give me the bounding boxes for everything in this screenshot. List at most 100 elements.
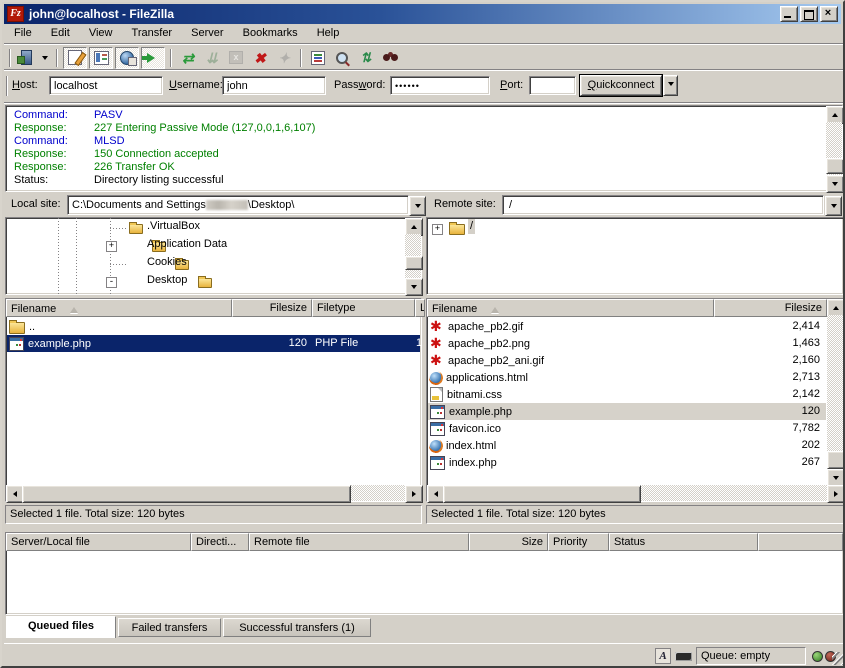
scrollbar-thumb[interactable]	[405, 256, 423, 270]
local-list-hscrollbar[interactable]	[6, 485, 421, 501]
queue-column-direction[interactable]: Directi...	[191, 533, 249, 551]
toolbar-grip[interactable]	[9, 49, 11, 67]
tree-expander-plus[interactable]: +	[432, 224, 443, 235]
menu-file[interactable]: File	[6, 25, 40, 42]
queue-column-priority[interactable]: Priority	[548, 533, 609, 551]
scrollbar-thumb[interactable]	[22, 485, 351, 503]
password-input[interactable]	[390, 76, 490, 95]
menu-server[interactable]: Server	[183, 25, 231, 42]
close-button[interactable]: ×	[820, 6, 838, 22]
reconnect-button[interactable]: ✦	[273, 48, 295, 68]
menu-view[interactable]: View	[81, 25, 121, 42]
toggle-transfer-queue-button[interactable]	[141, 47, 165, 69]
queue-column-status[interactable]: Status	[609, 533, 758, 551]
tree-item-desktop[interactable]: Desktop	[145, 273, 189, 288]
file-row[interactable]: bitnami.css2,142	[428, 386, 826, 403]
queue-column-remote-file[interactable]: Remote file	[249, 533, 469, 551]
file-row[interactable]: index.php267	[428, 454, 826, 471]
tree-item-application-data[interactable]: Application Data	[145, 237, 229, 252]
column-label: Directi...	[196, 536, 236, 548]
column-header-filetype[interactable]: Filetype	[312, 299, 415, 317]
port-input[interactable]	[529, 76, 576, 95]
tab-failed-transfers[interactable]: Failed transfers	[118, 618, 221, 637]
file-row[interactable]: apache_pb2.png1,463	[428, 335, 826, 352]
tree-expander-minus[interactable]: -	[106, 277, 117, 288]
quickconnect-grip[interactable]	[6, 76, 8, 96]
file-row-parent-dir[interactable]: ..	[7, 318, 420, 335]
scrollbar-thumb[interactable]	[443, 485, 641, 503]
cancel-operation-button[interactable]: x	[225, 48, 247, 68]
toggle-message-log-button[interactable]	[63, 47, 87, 69]
quickconnect-dropdown-button[interactable]	[663, 75, 678, 96]
tree-item-cookies[interactable]: Cookies	[145, 255, 189, 270]
process-queue-button[interactable]: ⇊	[201, 48, 223, 68]
file-row[interactable]: applications.html2,713	[428, 369, 826, 386]
log-label: Command:	[14, 109, 94, 121]
quickconnect-button[interactable]: Quickconnect	[580, 75, 662, 96]
column-header-last-modified[interactable]: L	[415, 299, 425, 317]
site-manager-button[interactable]	[15, 48, 37, 68]
tree-item-virtualbox[interactable]: .VirtualBox	[145, 219, 202, 234]
directory-listing-filters-button[interactable]	[307, 48, 329, 68]
data-type-ascii-icon[interactable]: A	[655, 648, 671, 664]
menu-bookmarks[interactable]: Bookmarks	[235, 25, 306, 42]
directory-comparison-button[interactable]	[331, 48, 353, 68]
port-label: Port:	[500, 79, 523, 91]
username-input[interactable]	[222, 76, 326, 95]
log-scrollbar[interactable]	[826, 106, 842, 191]
remote-directory-tree[interactable]: + /	[426, 217, 844, 295]
file-row-selected[interactable]: example.php 120 PHP File 1	[7, 335, 420, 352]
maximize-button[interactable]	[800, 6, 818, 22]
toggle-directory-trees-button[interactable]	[89, 47, 113, 69]
queue-column-local-file[interactable]: Server/Local file	[6, 533, 191, 551]
site-manager-dropdown-button[interactable]	[39, 48, 51, 68]
menu-edit[interactable]: Edit	[43, 25, 78, 42]
column-header-filesize[interactable]: Filesize	[232, 299, 312, 317]
scrollbar-thumb[interactable]	[826, 158, 844, 174]
file-row[interactable]: apache_pb2_ani.gif2,160	[428, 352, 826, 369]
file-row[interactable]: index.html202	[428, 437, 826, 454]
column-header-filename[interactable]: Filename	[6, 299, 232, 317]
host-input[interactable]	[49, 76, 163, 95]
local-file-list[interactable]: Filename Filesize Filetype L .. example.…	[5, 298, 422, 502]
scroll-down-button[interactable]	[405, 278, 423, 296]
tree-item-root[interactable]: /	[468, 219, 475, 234]
scroll-right-button[interactable]	[405, 485, 423, 503]
refresh-button[interactable]: ⇄	[177, 48, 199, 68]
transfer-queue-panel[interactable]: Server/Local file Directi... Remote file…	[5, 532, 844, 615]
scrollbar-track[interactable]	[827, 315, 843, 469]
column-header-filename[interactable]: Filename	[427, 299, 714, 317]
remote-list-vscrollbar[interactable]	[827, 299, 843, 485]
resize-grip[interactable]	[832, 652, 845, 665]
speed-limit-icon[interactable]	[675, 652, 692, 661]
disconnect-button[interactable]: ✖	[249, 48, 271, 68]
title-bar[interactable]: Fz john@localhost - FileZilla ×	[4, 4, 841, 24]
menu-help[interactable]: Help	[309, 25, 348, 42]
toggle-remote-tree-button[interactable]	[115, 47, 139, 69]
remote-file-list[interactable]: Filename Filesize apache_pb2.gif2,414 ap…	[426, 298, 844, 502]
remote-list-hscrollbar[interactable]	[427, 485, 843, 501]
remote-site-path-combobox[interactable]: /	[502, 195, 824, 215]
tab-queued-files[interactable]: Queued files	[6, 616, 116, 638]
file-row-selected[interactable]: example.php120	[428, 403, 826, 420]
column-label: Size	[522, 536, 543, 548]
tab-successful-transfers[interactable]: Successful transfers (1)	[223, 618, 371, 637]
tree-expander-plus[interactable]: +	[106, 241, 117, 252]
scroll-down-button[interactable]	[826, 175, 844, 193]
local-tree-scrollbar[interactable]	[405, 218, 421, 294]
local-site-path-combobox[interactable]: C:\Documents and Settings\Desktop\	[67, 195, 409, 215]
scrollbar-thumb[interactable]	[827, 451, 845, 469]
menu-transfer[interactable]: Transfer	[124, 25, 181, 42]
remote-site-dropdown-button[interactable]	[825, 196, 842, 216]
column-header-filesize[interactable]: Filesize	[714, 299, 827, 317]
find-files-button[interactable]	[379, 48, 401, 68]
directory-trees-icon	[94, 51, 109, 65]
synchronized-browsing-button[interactable]: ⇅	[355, 48, 377, 68]
file-row[interactable]: apache_pb2.gif2,414	[428, 318, 826, 335]
scroll-right-button[interactable]	[827, 485, 845, 503]
local-directory-tree[interactable]: .VirtualBox + Application Data Cookies -…	[5, 217, 422, 295]
minimize-button[interactable]	[780, 6, 798, 22]
local-site-dropdown-button[interactable]	[409, 196, 426, 216]
queue-column-size[interactable]: Size	[469, 533, 548, 551]
file-row[interactable]: favicon.ico7,782	[428, 420, 826, 437]
